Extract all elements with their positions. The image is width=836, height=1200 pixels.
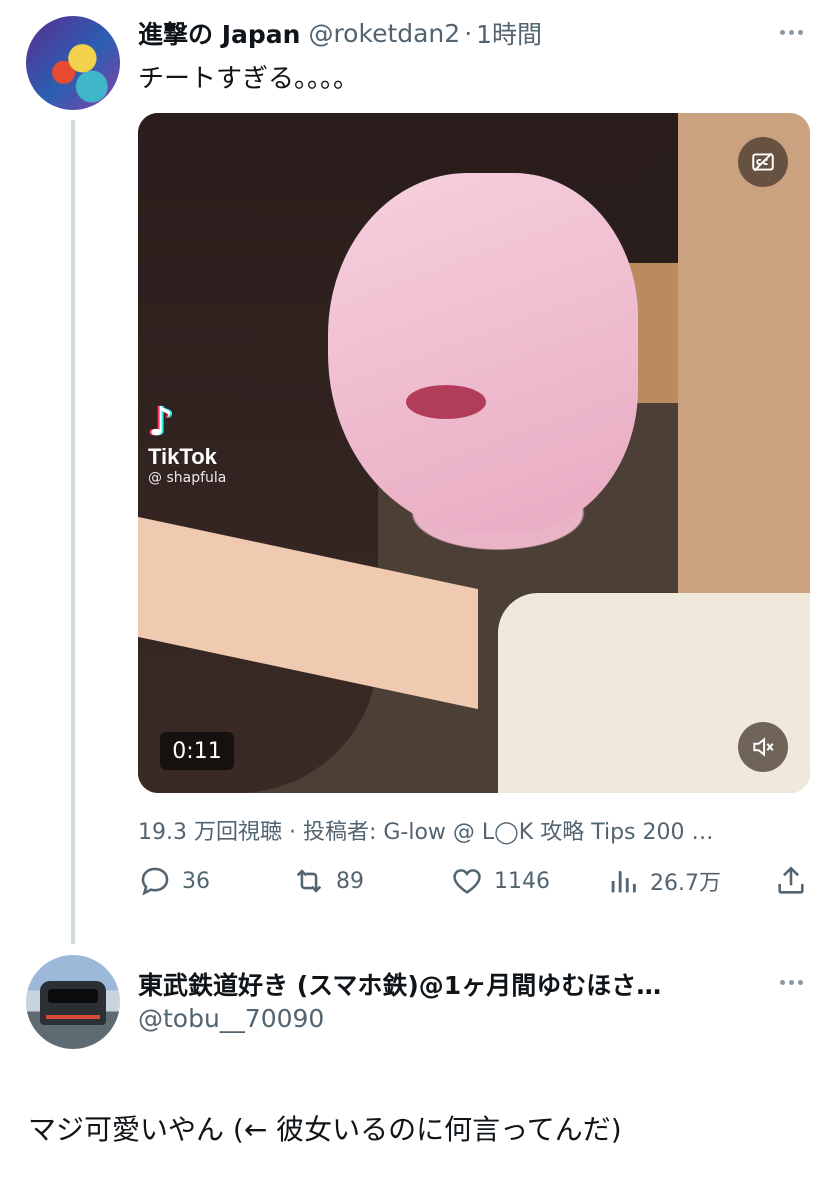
views-count: 26.7万 (650, 871, 721, 896)
views-button[interactable]: 26.7万 (606, 860, 721, 902)
retweet-button[interactable]: 89 (292, 860, 364, 902)
reply-more-options-icon[interactable] (776, 972, 806, 992)
video-attribution[interactable]: 19.3 万回視聴 · 投稿者: G-low @ L◯K 攻略 Tips 200… (138, 814, 798, 846)
reply-icon (141, 867, 169, 896)
video-duration: 0:11 (160, 732, 234, 770)
volume-muted-icon[interactable] (738, 722, 788, 772)
like-count: 1146 (494, 868, 550, 894)
tiktok-watermark: ♪ TikTok @ shapfula (148, 400, 238, 486)
reply-button[interactable]: 36 (138, 860, 210, 902)
tiktok-username: @ shapfula (148, 470, 227, 486)
captions-off-icon[interactable] (738, 137, 788, 187)
tiktok-note-icon: ♪ (148, 399, 174, 445)
share-icon (778, 866, 804, 894)
tweet-timestamp[interactable]: 1時間 (476, 16, 542, 50)
author-name[interactable]: 進撃の Japan (138, 16, 300, 50)
heart-icon (453, 869, 481, 894)
reply-text: マジ可愛いやん (← 彼女いるのに何言ってんだ) (28, 1113, 622, 1146)
like-button[interactable]: 1146 (450, 860, 550, 902)
tweet-text: チートすぎる。。。。 (138, 64, 360, 94)
video-player[interactable] (138, 113, 810, 793)
more-options-icon[interactable] (776, 22, 806, 42)
tiktok-brand: TikTok (148, 444, 217, 469)
thread-connector-line (71, 120, 75, 944)
tweet-actions: 36 89 1146 26.7万 (138, 860, 810, 902)
reply-author-handle[interactable]: @tobu__70090 (138, 1004, 324, 1033)
share-button[interactable] (774, 860, 808, 902)
tweet-header: 進撃の Japan @roketdan2 · 1時間 (138, 16, 776, 50)
reply-count: 36 (182, 868, 210, 894)
author-avatar[interactable] (26, 16, 120, 110)
reply-author-name[interactable]: 東武鉄道好き (スマホ鉄)@1ヶ月間ゆむほさ… (138, 966, 758, 1002)
author-handle[interactable]: @roketdan2 (308, 19, 460, 48)
views-icon (611, 871, 636, 893)
reply-author-avatar[interactable] (26, 955, 120, 1049)
retweet-icon (296, 869, 322, 893)
header-separator: · (464, 18, 473, 48)
retweet-count: 89 (336, 868, 364, 894)
